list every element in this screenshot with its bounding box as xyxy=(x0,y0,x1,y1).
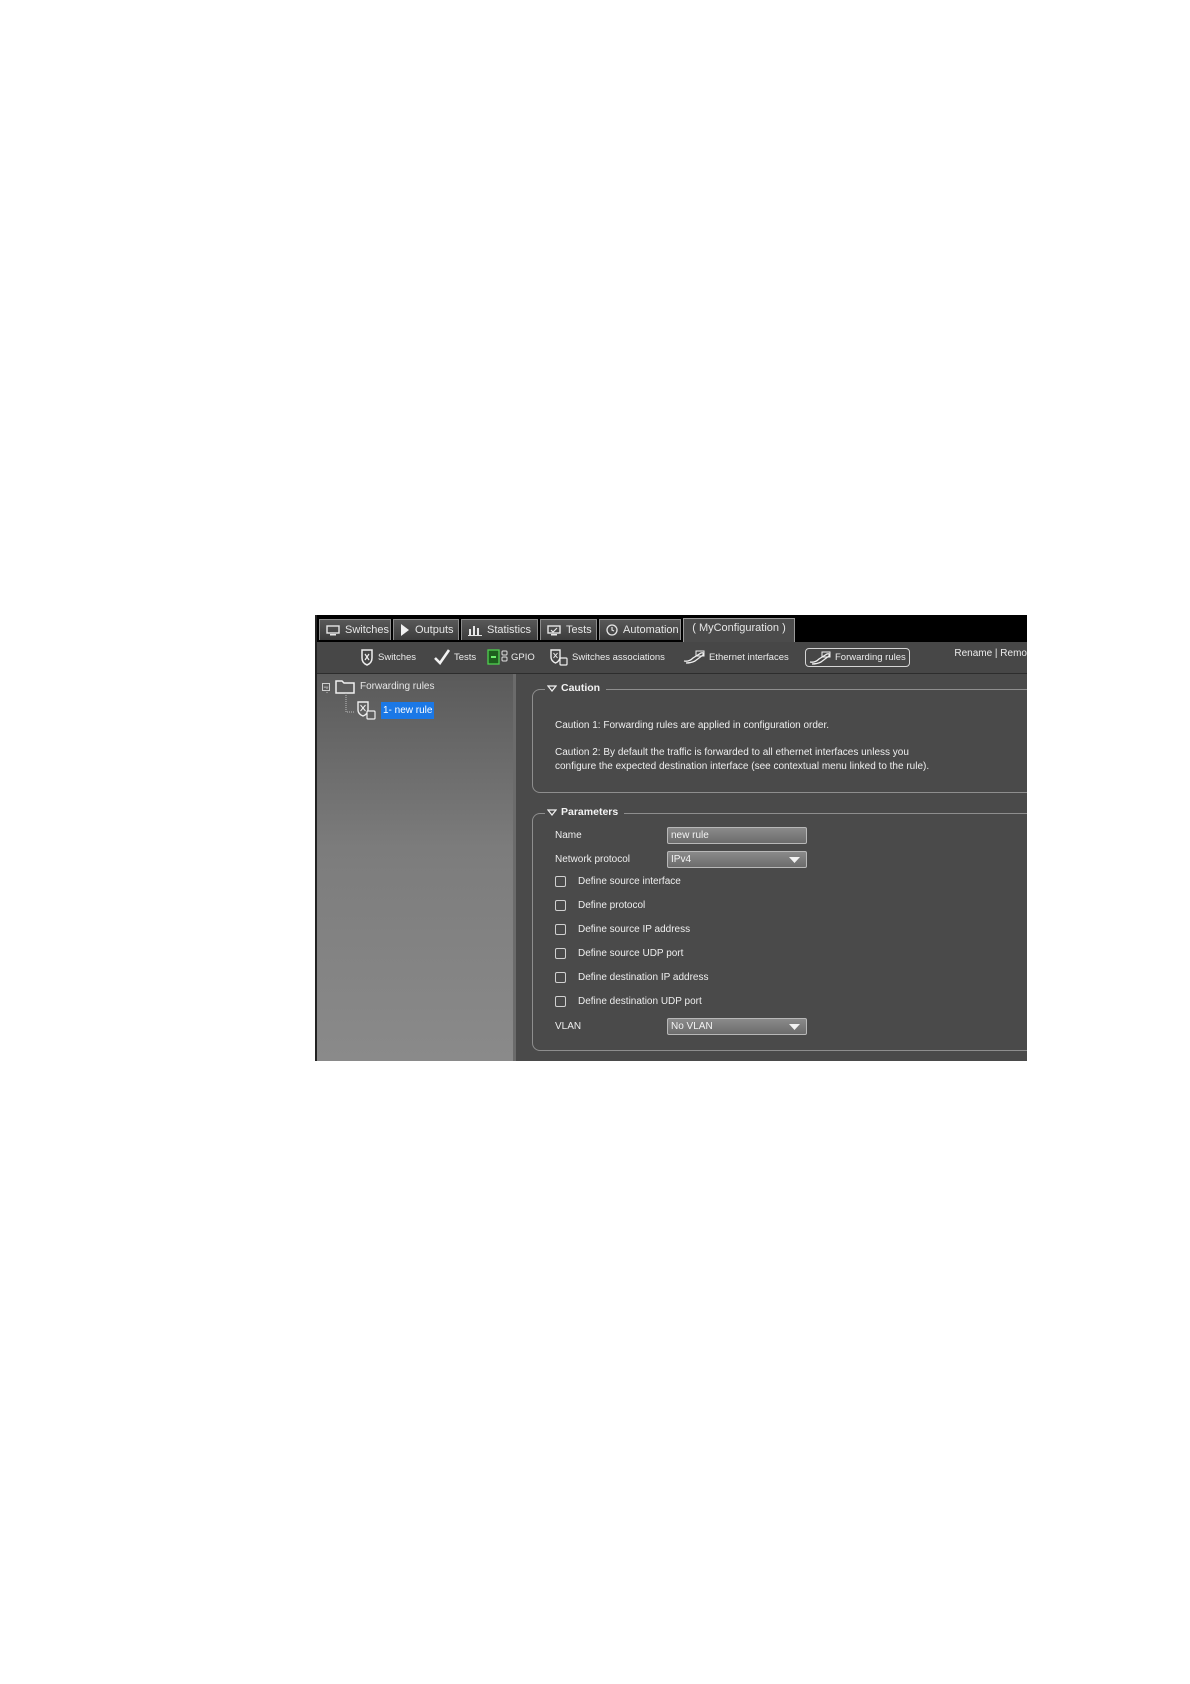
caution-line-1: Caution 1: Forwarding rules are applied … xyxy=(555,720,830,731)
parameters-header[interactable]: Parameters xyxy=(545,806,625,818)
tab-label: ( MyConfiguration ) xyxy=(692,621,786,634)
checkbox-label: Define destination UDP port xyxy=(578,996,702,1007)
caution-title: Caution xyxy=(561,682,601,694)
checkbox-label: Define destination IP address xyxy=(578,972,709,983)
tree-connector-lines xyxy=(326,688,354,713)
toolbar-tests-button[interactable]: Tests xyxy=(434,646,476,668)
play-icon xyxy=(401,624,409,636)
tree-root-label: Forwarding rules xyxy=(360,681,435,692)
tab-outputs[interactable]: Outputs xyxy=(393,619,459,640)
application-window: Switches Outputs Statistics Tests Automa… xyxy=(315,615,1027,1061)
monitor-icon xyxy=(326,624,340,635)
tab-automation[interactable]: Automation xyxy=(599,619,681,640)
toolbar-label: Switches xyxy=(378,651,417,663)
checkbox-label: Define source interface xyxy=(578,876,681,887)
collapse-triangle-icon xyxy=(547,808,557,816)
caution-line-2b: configure the expected destination inter… xyxy=(555,761,930,772)
toolbar-switches-associations-button[interactable]: Switches associations xyxy=(550,646,665,668)
main-tab-bar: Switches Outputs Statistics Tests Automa… xyxy=(317,615,1027,642)
checkbox-row-source-udp-port[interactable]: Define source UDP port xyxy=(555,948,683,959)
checkbox[interactable] xyxy=(555,972,566,983)
toolbar-label: Switches associations xyxy=(572,651,665,663)
checkbox[interactable] xyxy=(555,876,566,887)
tree-item-new-rule[interactable]: 1- new rule xyxy=(357,701,435,720)
bar-chart-icon xyxy=(468,625,482,636)
checkbox-row-source-ip[interactable]: Define source IP address xyxy=(555,924,690,935)
vlan-value: No VLAN xyxy=(671,1021,713,1032)
network-protocol-select[interactable]: IPv4 xyxy=(667,851,807,868)
toolbar-switches-button[interactable]: Switches xyxy=(360,646,416,668)
vlan-select[interactable]: No VLAN xyxy=(667,1018,807,1035)
switch-shield-icon xyxy=(361,648,373,666)
checkbox-row-destination-udp-port[interactable]: Define destination UDP port xyxy=(555,996,702,1007)
forwarding-hand-icon xyxy=(809,651,831,665)
toolbar-forwarding-rules-button[interactable]: Forwarding rules xyxy=(805,648,910,667)
toolbar-gpio-button[interactable]: GPIO xyxy=(487,646,535,668)
tab-myconfiguration[interactable]: ( MyConfiguration ) xyxy=(683,618,795,642)
checkbox-label: Define protocol xyxy=(578,900,646,911)
toolbar-label: Ethernet interfaces xyxy=(709,651,789,663)
tab-label: Statistics xyxy=(487,624,532,636)
tab-label: Switches xyxy=(345,624,390,636)
rename-remove-links[interactable]: Rename | Remo xyxy=(954,648,1027,659)
checkbox[interactable] xyxy=(555,948,566,959)
toolbar-label: Tests xyxy=(454,651,477,663)
checkbox-row-protocol[interactable]: Define protocol xyxy=(555,900,645,911)
checkbox[interactable] xyxy=(555,924,566,935)
checkbox[interactable] xyxy=(555,900,566,911)
network-protocol-label: Network protocol xyxy=(555,854,631,865)
switch-link-icon xyxy=(550,648,568,666)
tree-item-label: 1- new rule xyxy=(381,702,435,719)
caution-header[interactable]: Caution xyxy=(545,682,607,694)
collapse-triangle-icon xyxy=(547,684,557,692)
tab-label: Tests xyxy=(566,624,592,636)
parameters-title: Parameters xyxy=(561,806,619,818)
checkbox[interactable] xyxy=(555,996,566,1007)
chevron-down-icon xyxy=(789,856,800,863)
gpio-icon xyxy=(487,649,508,665)
name-input[interactable] xyxy=(667,827,807,844)
checkmark-icon xyxy=(434,649,450,665)
parameters-group: Parameters Name Network protocol IPv4 De… xyxy=(532,806,1027,1051)
toolbar-label: GPIO xyxy=(511,651,535,663)
rule-details-panel: Caution Caution 1: Forwarding rules are … xyxy=(516,674,1027,1061)
tab-tests[interactable]: Tests xyxy=(540,619,597,640)
caution-line-2a: Caution 2: By default the traffic is for… xyxy=(555,747,909,758)
checkbox-label: Define source UDP port xyxy=(578,948,684,959)
clock-icon xyxy=(606,624,618,636)
tab-label: Automation xyxy=(623,624,679,636)
checkbox-row-destination-ip[interactable]: Define destination IP address xyxy=(555,972,708,983)
tab-statistics[interactable]: Statistics xyxy=(461,619,538,640)
caution-group: Caution Caution 1: Forwarding rules are … xyxy=(532,682,1027,793)
screen-check-icon xyxy=(547,624,561,635)
config-toolbar: Switches Tests GPIO Switches association… xyxy=(317,642,1027,674)
checkbox-label: Define source IP address xyxy=(578,924,691,935)
ethernet-hand-icon xyxy=(683,650,705,664)
vlan-label: VLAN xyxy=(555,1021,582,1032)
rule-switch-icon xyxy=(357,701,376,720)
tab-label: Outputs xyxy=(415,624,454,636)
name-label: Name xyxy=(555,830,582,841)
network-protocol-value: IPv4 xyxy=(671,854,692,865)
rules-tree-panel: − Forwarding rules 1- new rule xyxy=(317,674,516,1061)
checkbox-row-source-interface[interactable]: Define source interface xyxy=(555,876,681,887)
tab-switches[interactable]: Switches xyxy=(319,619,391,640)
toolbar-label: Forwarding rules xyxy=(835,652,906,663)
toolbar-ethernet-interfaces-button[interactable]: Ethernet interfaces xyxy=(683,646,789,668)
chevron-down-icon xyxy=(789,1023,800,1030)
